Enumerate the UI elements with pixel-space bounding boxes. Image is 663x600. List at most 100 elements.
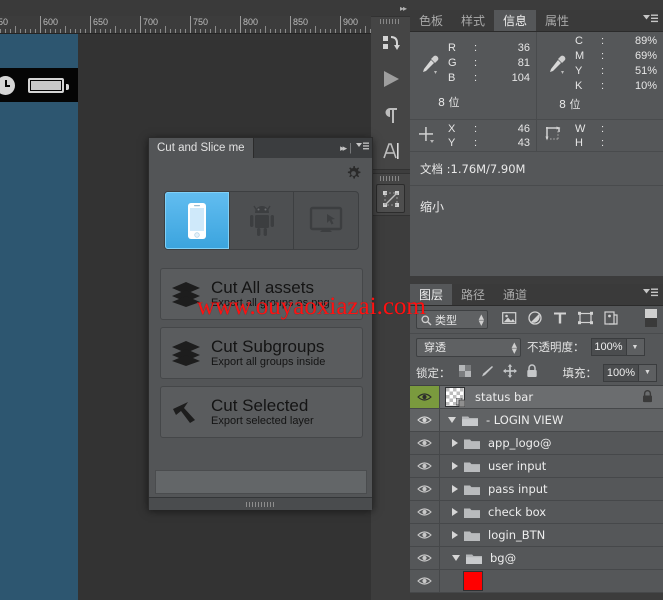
type-layer-icon[interactable] <box>553 311 567 328</box>
folder-icon <box>464 530 478 541</box>
group-expander-icon[interactable] <box>452 508 458 516</box>
info-size-readout[interactable]: W: H: <box>536 120 663 151</box>
group-expander-icon[interactable] <box>452 555 460 561</box>
layer-name[interactable]: bg@ <box>490 551 516 565</box>
layer-name[interactable]: status bar <box>475 390 533 404</box>
layer-name[interactable]: login_BTN <box>488 528 545 542</box>
fill-control[interactable]: 100% ▼ <box>603 364 657 382</box>
opacity-dropdown-icon[interactable]: ▼ <box>627 338 645 356</box>
opacity-control[interactable]: 100% ▼ <box>591 338 645 356</box>
adjustment-layer-icon[interactable] <box>528 311 542 328</box>
tab-swatches[interactable]: 色板 <box>410 10 452 31</box>
tab-layers[interactable]: 图层 <box>410 284 452 305</box>
double-chevron-right-icon[interactable]: ▸▸ <box>400 4 406 13</box>
layer-name[interactable]: check box <box>488 505 546 519</box>
transform-tool-button[interactable] <box>376 184 405 213</box>
opacity-value[interactable]: 100% <box>591 338 627 356</box>
paragraph-tool-button[interactable] <box>371 97 410 133</box>
filter-toggle-icon[interactable] <box>645 308 657 331</box>
lock-transparent-icon[interactable] <box>459 365 471 380</box>
shape-layer-icon[interactable] <box>578 311 593 328</box>
double-chevron-right-icon[interactable]: ▸▸ <box>340 143 345 154</box>
lock-position-icon[interactable] <box>503 364 517 381</box>
platform-desktop-button[interactable] <box>294 192 358 249</box>
rgb-row-r: R:36 <box>448 41 530 56</box>
drag-grip[interactable] <box>371 17 410 25</box>
tab-paths[interactable]: 路径 <box>452 284 494 305</box>
horizontal-ruler[interactable]: 550600650700750800850900 <box>0 16 371 34</box>
cut-panel-resize-grip[interactable] <box>149 497 372 510</box>
info-cmyk-readout[interactable]: C:89% M:69% Y:51% K:10% 8 位 <box>536 32 663 119</box>
cut-and-slice-panel[interactable]: Cut and Slice me ▸▸ | <box>148 137 373 509</box>
tab-channels[interactable]: 通道 <box>494 284 536 305</box>
layer-visibility-toggle[interactable] <box>410 547 440 569</box>
table-row[interactable]: login_BTN <box>410 524 663 547</box>
table-row[interactable] <box>410 570 663 593</box>
panel-menu-icon[interactable] <box>643 288 658 301</box>
table-row[interactable]: app_logo@ <box>410 432 663 455</box>
cut-selected-button[interactable]: Cut Selected Export selected layer <box>160 386 363 438</box>
document-artboard[interactable] <box>0 34 78 600</box>
group-expander-icon[interactable] <box>452 462 458 470</box>
layer-visibility-toggle[interactable] <box>410 524 440 546</box>
table-row[interactable]: user input <box>410 455 663 478</box>
info-position-readout[interactable]: X:46 Y:43 <box>410 120 536 151</box>
gear-icon[interactable] <box>346 166 361 181</box>
info-panel-tabbar[interactable]: 色板 样式 信息 属性 <box>410 10 663 32</box>
table-row[interactable]: check box <box>410 501 663 524</box>
panel-menu-icon[interactable] <box>356 142 369 154</box>
layer-name[interactable]: pass input <box>488 482 548 496</box>
panel-menu-icon[interactable] <box>643 14 658 27</box>
layer-visibility-toggle[interactable] <box>410 432 440 454</box>
lock-all-icon[interactable] <box>526 364 538 381</box>
group-expander-icon[interactable] <box>452 439 458 447</box>
info-rgb-readout[interactable]: R:36 G:81 B:104 8 位 <box>410 32 536 119</box>
layer-name[interactable]: user input <box>488 459 546 473</box>
layer-thumbnail[interactable] <box>445 387 465 407</box>
table-row[interactable]: status bar <box>410 386 663 409</box>
layer-filter-kind-select[interactable]: 类型 ▲▼ <box>416 310 488 329</box>
fill-dropdown-icon[interactable]: ▼ <box>639 364 657 382</box>
blend-mode-select[interactable]: 穿透 ▲▼ <box>416 338 521 357</box>
cut-subgroups-button[interactable]: Cut Subgroups Export all groups inside <box>160 327 363 379</box>
table-row[interactable]: bg@ <box>410 547 663 570</box>
chevron-updown-icon[interactable]: ▲▼ <box>479 314 484 326</box>
group-expander-icon[interactable] <box>452 531 458 539</box>
tab-styles[interactable]: 样式 <box>452 10 494 31</box>
layer-visibility-toggle[interactable] <box>410 386 440 408</box>
layer-name[interactable]: app_logo@ <box>488 436 551 450</box>
play-action-button[interactable] <box>371 61 410 97</box>
pixel-layer-icon[interactable] <box>502 311 517 328</box>
layer-visibility-toggle[interactable] <box>410 455 440 477</box>
table-row[interactable]: - LOGIN VIEW <box>410 409 663 432</box>
platform-ios-button[interactable] <box>165 192 230 249</box>
smart-object-icon[interactable] <box>604 311 618 328</box>
layer-visibility-toggle[interactable] <box>410 409 440 431</box>
eyedropper-icon <box>547 54 567 79</box>
platform-android-button[interactable] <box>230 192 295 249</box>
platform-selector[interactable] <box>164 191 359 250</box>
table-row[interactable]: pass input <box>410 478 663 501</box>
layer-visibility-toggle[interactable] <box>410 501 440 523</box>
group-expander-icon[interactable] <box>452 485 458 493</box>
layer-visibility-toggle[interactable] <box>410 570 440 592</box>
history-brush-tool-button[interactable] <box>371 25 410 61</box>
lock-image-icon[interactable] <box>480 365 494 381</box>
tab-info[interactable]: 信息 <box>494 10 536 31</box>
layer-thumbnail[interactable] <box>463 571 483 591</box>
tab-properties[interactable]: 属性 <box>536 10 578 31</box>
layer-visibility-toggle[interactable] <box>410 478 440 500</box>
fill-value[interactable]: 100% <box>603 364 639 382</box>
tab-cut-and-slice[interactable]: Cut and Slice me <box>149 138 254 158</box>
cut-panel-log-area[interactable] <box>155 470 367 494</box>
chevron-updown-icon[interactable]: ▲▼ <box>512 342 517 354</box>
group-expander-icon[interactable] <box>448 417 456 423</box>
tool-options-strip[interactable]: ▸▸ <box>371 0 410 600</box>
drag-grip-2[interactable] <box>371 174 410 182</box>
lock-label: 锁定： <box>416 365 451 381</box>
cut-all-assets-button[interactable]: Cut All assets Export all groups as png <box>160 268 363 320</box>
type-tool-button[interactable] <box>371 133 410 169</box>
ruler-tick-minor <box>20 29 21 33</box>
layers-panel-tabbar[interactable]: 图层 路径 通道 <box>410 284 663 306</box>
layer-name[interactable]: - LOGIN VIEW <box>486 413 563 427</box>
